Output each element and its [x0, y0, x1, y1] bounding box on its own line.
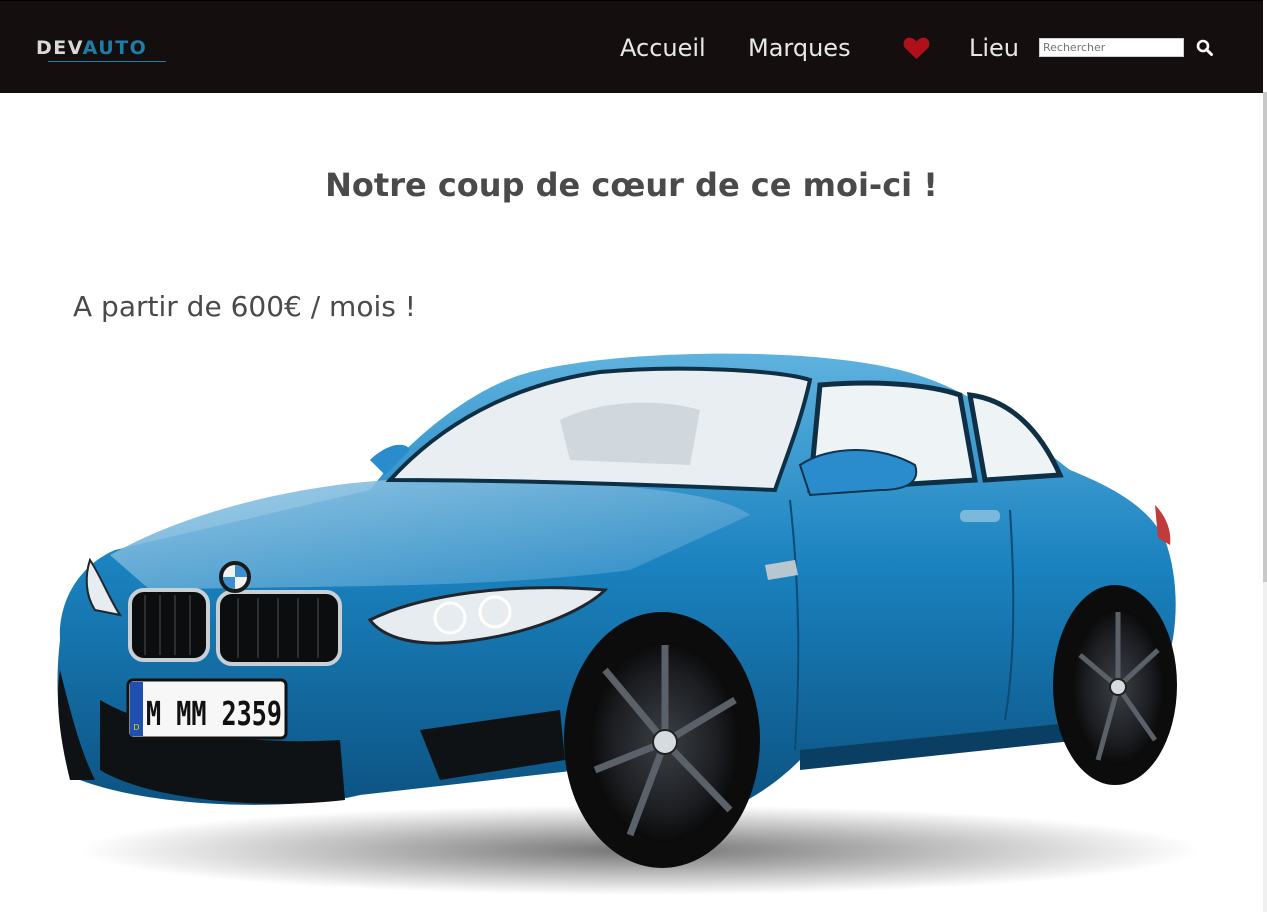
nav-link-lieu[interactable]: Lieu — [969, 33, 1019, 63]
plate-text: M MM 2359 — [146, 694, 282, 733]
brand-logo-dev: DEV — [36, 37, 83, 59]
brand-logo-underline — [48, 61, 166, 62]
brand-logo-auto: AUTO — [82, 37, 148, 59]
page-scrollbar[interactable] — [1263, 92, 1267, 912]
price-text: A partir de 600€ / mois ! — [73, 290, 416, 323]
heart-icon[interactable] — [903, 37, 930, 60]
search-input[interactable] — [1039, 38, 1184, 57]
featured-headline: Notre coup de cœur de ce moi-ci ! — [325, 166, 938, 204]
plate-country: D — [133, 723, 139, 732]
navbar: DEVAUTO Accueil Marques Lieu — [0, 0, 1263, 93]
featured-car-image: D M MM 2359 — [40, 340, 1230, 900]
brand-logo[interactable]: DEVAUTO — [36, 37, 147, 59]
car-mirror — [798, 449, 918, 497]
nav-link-accueil[interactable]: Accueil — [620, 33, 706, 63]
car-license-plate: D M MM 2359 — [126, 678, 288, 740]
search-icon[interactable] — [1196, 39, 1214, 57]
nav-link-marques[interactable]: Marques — [748, 33, 851, 63]
car-front-wheel — [564, 612, 760, 868]
scrollbar-thumb[interactable] — [1263, 92, 1267, 582]
car-rear-wheel — [1053, 585, 1177, 785]
car-grille-left — [128, 588, 210, 662]
